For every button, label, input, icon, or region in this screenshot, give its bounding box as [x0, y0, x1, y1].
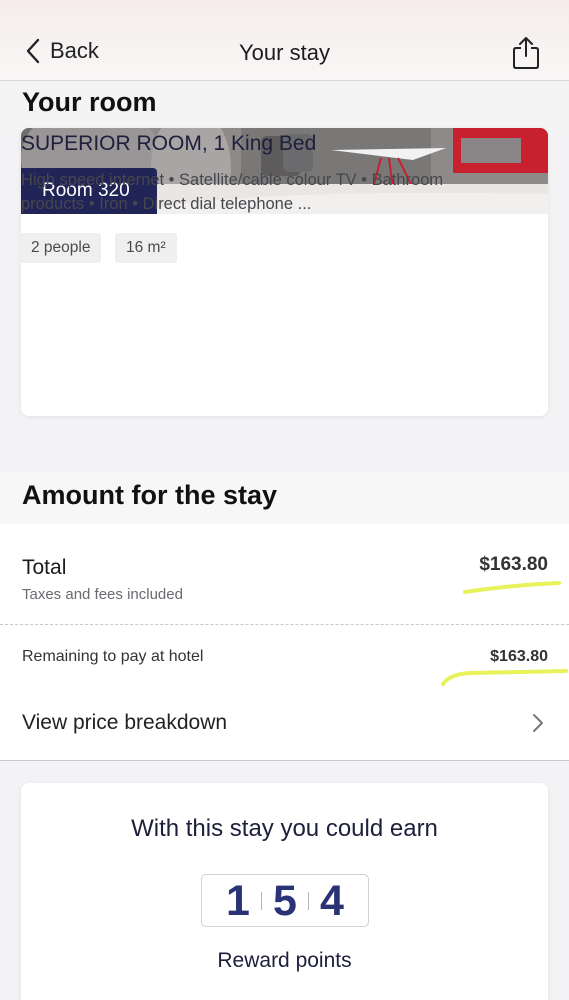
chevron-right-icon: [533, 714, 543, 732]
rewards-title: With this stay you could earn: [131, 815, 438, 842]
room-name: SUPERIOR ROOM, 1 King Bed: [21, 132, 317, 155]
total-price: $163.80: [479, 554, 548, 575]
share-icon[interactable]: [511, 36, 541, 70]
breakdown-label: View price breakdown: [22, 711, 228, 734]
reward-points-counter: 1 5 4: [201, 874, 369, 927]
taxes-note: Taxes and fees included: [22, 586, 183, 603]
divider: [0, 624, 569, 625]
view-price-breakdown-row[interactable]: View price breakdown: [0, 694, 569, 760]
your-room-title: Your room: [22, 87, 157, 117]
remaining-price: $163.80: [490, 648, 548, 665]
amount-header: Amount for the stay: [0, 472, 569, 524]
total-label: Total: [22, 556, 67, 579]
your-room-header: Your room: [0, 81, 569, 130]
amount-title: Amount for the stay: [22, 480, 278, 510]
page-title: Your stay: [239, 40, 330, 65]
room-amenities: High speed internet • Satellite/cable co…: [21, 171, 444, 213]
points-digit: 1: [226, 876, 250, 925]
total-highlight-mark: [463, 581, 561, 594]
remaining-label: Remaining to pay at hotel: [22, 648, 204, 665]
rewards-card: With this stay you could earn 1 5 4 Rewa…: [21, 783, 548, 1000]
reward-points-label: Reward points: [217, 949, 352, 972]
amount-panel: Total Taxes and fees included $163.80 Re…: [0, 524, 569, 761]
room-size-chip: 16 m²: [115, 233, 177, 263]
remaining-highlight-mark: [441, 669, 568, 686]
points-digit: 4: [320, 876, 344, 925]
top-bar: Back Your stay: [0, 0, 569, 81]
occupancy-chip: 2 people: [20, 233, 102, 263]
points-digit: 5: [273, 876, 297, 925]
